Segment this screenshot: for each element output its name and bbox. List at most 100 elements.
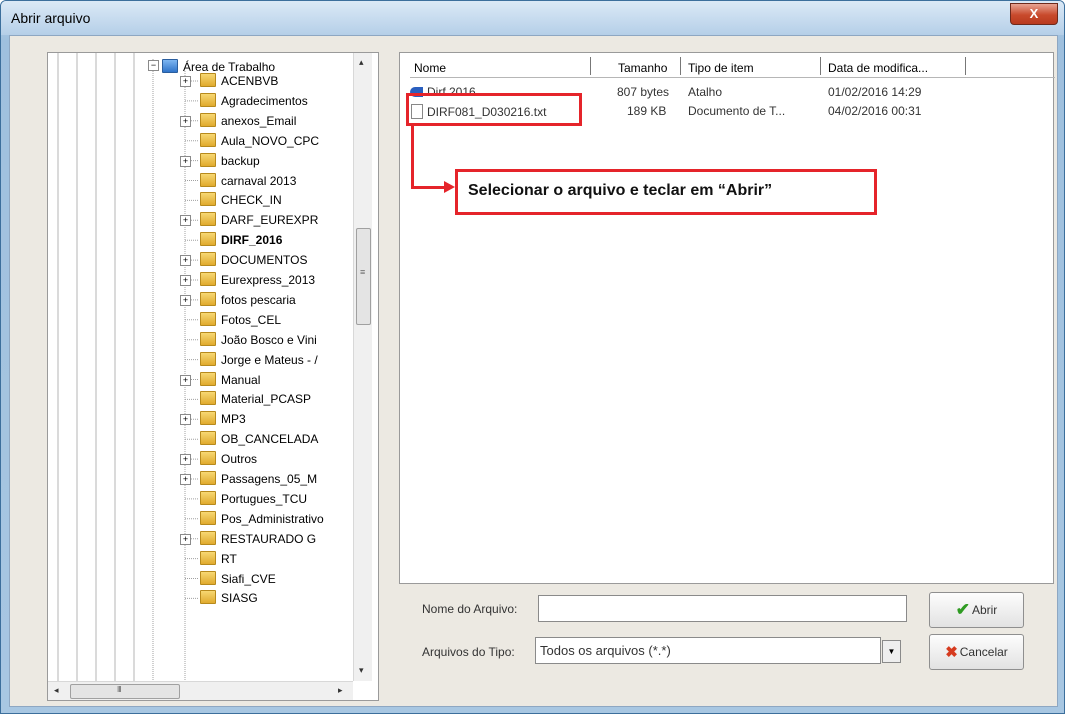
- tree-vertical-scrollbar[interactable]: ▴ ≡ ▾: [353, 53, 372, 681]
- close-button[interactable]: X: [1010, 3, 1058, 25]
- tree-folder-item[interactable]: Agradecimentos: [200, 92, 308, 109]
- tree-expand-toggle[interactable]: +: [180, 155, 191, 167]
- tree-folder-item[interactable]: MP3: [200, 411, 246, 427]
- scroll-up-arrow-icon[interactable]: ▴: [359, 57, 364, 68]
- open-button[interactable]: ✔ Abrir: [929, 592, 1024, 628]
- open-file-dialog: Abrir arquivo X − Área de Trabalho ACENB…: [0, 0, 1065, 714]
- tree-expand-toggle[interactable]: +: [180, 533, 191, 545]
- filetype-select[interactable]: Todos os arquivos (*.*): [535, 637, 881, 664]
- filetype-label: Arquivos do Tipo:: [422, 645, 515, 659]
- column-header-name[interactable]: Nome: [414, 61, 446, 75]
- scroll-down-arrow-icon[interactable]: ▾: [359, 665, 364, 676]
- column-header-size[interactable]: Tamanho: [618, 61, 667, 75]
- filename-label: Nome do Arquivo:: [422, 602, 518, 616]
- folder-icon: [200, 411, 216, 426]
- tree-expand-toggle[interactable]: +: [180, 414, 191, 426]
- folder-icon: [200, 451, 216, 466]
- tree-folder-item[interactable]: Siafi_CVE: [200, 570, 276, 587]
- file-type: Atalho: [688, 85, 723, 99]
- tree-folder-label: Siafi_CVE: [221, 571, 276, 586]
- title-bar: Abrir arquivo X: [1, 1, 1064, 35]
- checkmark-icon: ✔: [955, 600, 970, 619]
- folder-tree[interactable]: − Área de Trabalho ACENBVB + Agradecimento…: [47, 52, 379, 701]
- tree-folder-item[interactable]: Pos_Administrativo: [200, 510, 324, 527]
- folder-icon: [200, 331, 216, 346]
- folder-icon: [200, 152, 216, 167]
- tree-folder-item[interactable]: OB_CANCELADA: [200, 431, 318, 447]
- column-separator[interactable]: [590, 57, 591, 75]
- cancel-button-label: Cancelar: [959, 645, 1008, 659]
- folder-icon: [200, 252, 216, 267]
- tree-expand-toggle[interactable]: +: [180, 474, 191, 485]
- tree-folder-label: CHECK_IN: [221, 193, 282, 208]
- tree-folder-label: OB_CANCELADA: [221, 432, 319, 447]
- hthumb-grip-icon: III: [117, 685, 122, 694]
- folder-icon: [200, 490, 216, 505]
- filetype-dropdown-arrow-icon[interactable]: ▼: [882, 640, 901, 663]
- tree-folder-item[interactable]: Manual: [200, 371, 260, 388]
- scroll-right-arrow-icon[interactable]: ▸: [338, 685, 343, 696]
- tree-horizontal-scrollbar[interactable]: ◂ III ▸: [48, 681, 353, 700]
- tree-folder-item[interactable]: backup: [200, 152, 260, 169]
- cancel-button[interactable]: ✖ Cancelar: [929, 634, 1024, 670]
- annotation-callout-text: Selecionar o arquivo e teclar em “Abrir”: [468, 182, 773, 199]
- tree-folder-label: Material_PCASP: [221, 392, 312, 407]
- tree-collapse-toggle[interactable]: −: [148, 60, 159, 71]
- tree-folder-item[interactable]: Passagens_05_M: [200, 471, 317, 487]
- tree-folder-item[interactable]: SIASG: [200, 590, 258, 606]
- tree-folder-label: Aula_NOVO_CPC: [221, 133, 320, 148]
- tree-folder-item[interactable]: fotos pescaria: [200, 291, 296, 308]
- vthumb-grip-icon: ≡: [360, 267, 366, 277]
- tree-folder-item[interactable]: João Bosco e Vini: [200, 331, 317, 348]
- desktop-icon: [162, 59, 178, 73]
- tree-folder-item[interactable]: Jorge e Mateus - /: [200, 351, 318, 368]
- column-separator[interactable]: [820, 57, 821, 75]
- tree-folder-label: Passagens_05_M: [221, 472, 318, 486]
- tree-folder-item[interactable]: Outros: [200, 451, 257, 467]
- file-type: Documento de T...: [688, 104, 786, 118]
- column-header-date[interactable]: Data de modifica...: [828, 61, 928, 75]
- tree-folder-item[interactable]: DARF_EUREXPR: [200, 212, 318, 228]
- tree-expand-toggle[interactable]: +: [180, 454, 191, 466]
- tree-folder-item[interactable]: DIRF_2016: [200, 232, 282, 248]
- column-header-type[interactable]: Tipo de item: [688, 61, 754, 75]
- tree-folder-item[interactable]: Aula_NOVO_CPC: [200, 132, 320, 149]
- tree-folder-label: RT: [221, 551, 237, 566]
- tree-folder-item[interactable]: DOCUMENTOS: [200, 252, 307, 268]
- tree-expand-toggle[interactable]: +: [180, 255, 191, 267]
- folder-icon: [200, 132, 216, 147]
- tree-root-desktop[interactable]: Área de Trabalho: [162, 59, 275, 74]
- tree-folder-label: Eurexpress_2013: [221, 273, 316, 287]
- scroll-left-arrow-icon[interactable]: ◂: [54, 685, 59, 696]
- tree-folder-item[interactable]: RESTAURADO G: [200, 530, 316, 547]
- tree-expand-toggle[interactable]: +: [180, 275, 191, 286]
- tree-folder-item[interactable]: CHECK_IN: [200, 192, 282, 208]
- folder-icon: [200, 510, 216, 525]
- tree-expand-toggle[interactable]: +: [180, 294, 191, 306]
- tree-folder-item[interactable]: anexos_Email: [200, 112, 296, 129]
- tree-folder-item[interactable]: carnaval 2013: [200, 172, 296, 189]
- file-list[interactable]: Nome Tamanho Tipo de item Data de modifi…: [399, 52, 1055, 584]
- folder-icon: [200, 570, 216, 585]
- tree-folder-item[interactable]: ACENBVB: [200, 73, 278, 89]
- tree-expand-toggle[interactable]: +: [180, 374, 191, 386]
- tree-expand-toggle[interactable]: +: [180, 76, 191, 87]
- tree-vertical-scroll-thumb[interactable]: ≡: [356, 228, 371, 325]
- annotation-highlight-box: [406, 93, 582, 126]
- tree-folder-item[interactable]: RT: [200, 550, 237, 567]
- tree-expand-toggle[interactable]: +: [180, 215, 191, 227]
- tree-folder-label: João Bosco e Vini: [221, 332, 317, 347]
- column-separator[interactable]: [680, 57, 681, 75]
- tree-folder-item[interactable]: Material_PCASP: [200, 391, 311, 407]
- tree-expand-toggle[interactable]: +: [180, 115, 191, 127]
- annotation-callout: Selecionar o arquivo e teclar em “Abrir”: [455, 169, 877, 215]
- tree-horizontal-scroll-thumb[interactable]: III: [70, 684, 180, 699]
- tree-folder-label: MP3: [221, 412, 246, 427]
- column-separator[interactable]: [965, 57, 966, 75]
- file-date: 04/02/2016 00:31: [828, 104, 922, 118]
- tree-folder-item[interactable]: Portugues_TCU: [200, 490, 307, 507]
- tree-folder-item[interactable]: Eurexpress_2013: [200, 272, 315, 288]
- filename-input[interactable]: [538, 595, 907, 622]
- annotation-connector-vertical: [411, 123, 414, 189]
- tree-folder-item[interactable]: Fotos_CEL: [200, 311, 281, 328]
